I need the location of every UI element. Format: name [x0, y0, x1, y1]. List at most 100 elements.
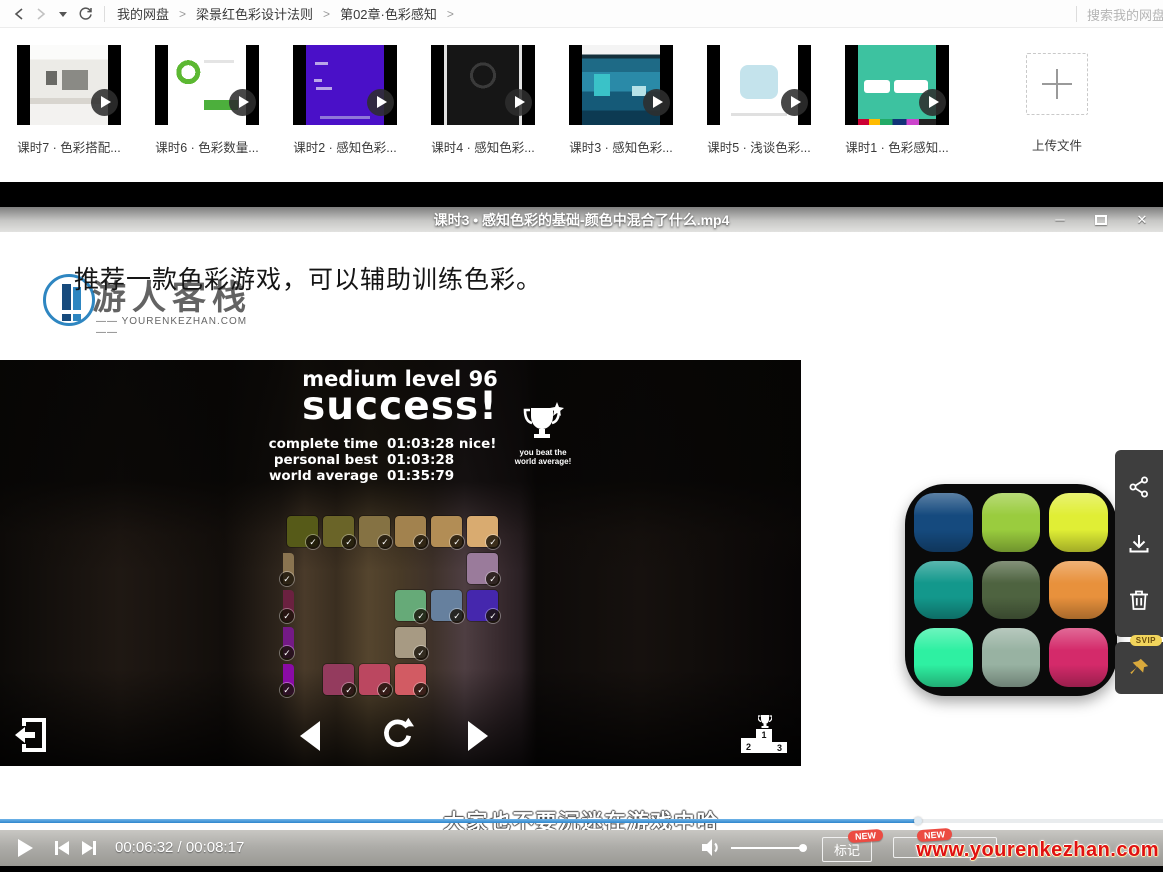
pin-button[interactable]	[1115, 648, 1163, 688]
empty-swatch	[359, 627, 390, 658]
exit-door-icon	[13, 716, 49, 759]
cube-tile	[982, 561, 1041, 620]
empty-swatch	[467, 664, 498, 695]
game-screenshot: medium level 96 success! complete time01…	[0, 360, 801, 766]
color-swatch: ✓	[431, 590, 462, 621]
breadcrumb-course-folder[interactable]: 梁景红色彩设计法则	[196, 4, 313, 23]
player-window-bottom-bar	[0, 866, 1163, 872]
play-overlay-icon	[367, 89, 394, 116]
search-input[interactable]: 搜索我的网盘	[1087, 5, 1163, 24]
podium-rank-1: 1	[756, 729, 772, 753]
color-swatch: ✓	[323, 664, 354, 695]
delete-button[interactable]	[1115, 580, 1163, 620]
minimize-icon[interactable]: ─	[1051, 212, 1069, 227]
video-seek-bar[interactable]	[0, 819, 1163, 823]
upload-file-button[interactable]: 上传文件	[1005, 45, 1109, 154]
pin-rail: SVIP	[1115, 642, 1163, 694]
maximize-icon[interactable]	[1095, 215, 1107, 225]
empty-swatch	[431, 627, 462, 658]
history-caret-icon[interactable]	[52, 3, 74, 25]
volume-icon[interactable]	[702, 839, 723, 861]
game-replay-icon	[380, 715, 414, 754]
logo-domain: —— YOURENKEZHAN.COM ——	[96, 316, 260, 338]
new-badge: NEW	[848, 829, 884, 843]
breadcrumb-separator: >	[323, 7, 330, 21]
cube-tile	[914, 628, 973, 687]
play-button[interactable]	[18, 839, 33, 857]
empty-swatch	[287, 553, 318, 584]
cube-tile	[982, 628, 1041, 687]
cube-tile	[1049, 561, 1108, 620]
video-canvas[interactable]: 游人客栈 —— YOURENKEZHAN.COM —— 推荐一款色彩游戏，可以辅…	[0, 232, 1163, 830]
game-next-arrow-icon	[468, 721, 488, 751]
site-watermark: www.yourenkezhan.com	[916, 839, 1159, 862]
file-label: 课时2 · 感知色彩...	[293, 137, 397, 156]
cloud-drive-app: 我的网盘 > 梁景红色彩设计法则 > 第02章·色彩感知 > 搜索我的网盘 课时…	[0, 0, 1163, 872]
forward-icon[interactable]	[30, 3, 52, 25]
breadcrumb-my-drive[interactable]: 我的网盘	[117, 4, 169, 23]
file-item-lesson5[interactable]: 课时5 · 浅谈色彩...	[707, 45, 811, 156]
search-divider	[1076, 6, 1077, 22]
player-title-bar[interactable]: 课时3 • 感知色彩的基础-颜色中混合了什么.mp4 ─ ✕	[0, 207, 1163, 232]
file-label: 课时5 · 浅谈色彩...	[707, 137, 811, 156]
stat-label: personal best	[238, 452, 378, 468]
cube-tile	[1049, 628, 1108, 687]
empty-swatch	[287, 627, 318, 658]
file-item-lesson6[interactable]: 课时6 · 色彩数量...	[155, 45, 259, 156]
stat-value: 01:03:28	[387, 452, 454, 468]
empty-swatch	[431, 664, 462, 695]
toolbar: 我的网盘 > 梁景红色彩设计法则 > 第02章·色彩感知 > 搜索我的网盘	[0, 0, 1163, 28]
previous-track-button[interactable]	[55, 841, 69, 855]
svip-badge: SVIP	[1130, 635, 1162, 646]
file-label: 课时6 · 色彩数量...	[155, 137, 259, 156]
download-button[interactable]	[1115, 524, 1163, 564]
empty-swatch	[323, 627, 354, 658]
color-swatch: ✓	[359, 516, 390, 547]
color-swatch: ✓	[287, 516, 318, 547]
file-item-lesson1[interactable]: 课时1 · 色彩感知...	[845, 45, 949, 156]
leaderboard-podium-icon: 2 1 3	[741, 715, 789, 753]
action-rail	[1115, 450, 1163, 637]
game-stats: complete time 01:03:28 nice! personal bes…	[238, 436, 538, 484]
cube-tile	[982, 493, 1041, 552]
play-overlay-icon	[919, 89, 946, 116]
file-item-lesson2[interactable]: 课时2 · 感知色彩...	[293, 45, 397, 156]
play-overlay-icon	[781, 89, 808, 116]
empty-swatch	[431, 553, 462, 584]
share-button[interactable]	[1115, 467, 1163, 507]
empty-swatch	[323, 590, 354, 621]
back-icon[interactable]	[8, 3, 30, 25]
empty-swatch	[359, 590, 390, 621]
empty-swatch	[323, 553, 354, 584]
color-swatch: ✓	[359, 664, 390, 695]
cube-tile	[914, 561, 973, 620]
stat-label: complete time	[238, 436, 378, 452]
play-overlay-icon	[229, 89, 256, 116]
trophy-icon: you beat the world average!	[514, 402, 572, 466]
search-zone: 搜索我的网盘	[1066, 0, 1163, 28]
play-overlay-icon	[91, 89, 118, 116]
podium-rank-2: 2	[741, 738, 756, 753]
volume-slider[interactable]	[731, 847, 805, 849]
close-icon[interactable]: ✕	[1133, 212, 1151, 228]
file-label: 课时4 · 感知色彩...	[431, 137, 535, 156]
file-item-lesson7[interactable]: 课时7 · 色彩搭配...	[17, 45, 121, 156]
stat-value: 01:03:28 nice!	[387, 436, 496, 452]
next-track-button[interactable]	[82, 841, 96, 855]
video-progress-fill	[0, 819, 919, 823]
color-swatch: ✓	[395, 590, 426, 621]
stat-value: 01:35:79	[387, 468, 454, 484]
empty-swatch	[359, 553, 390, 584]
file-strip: 课时7 · 色彩搭配... 课时6 · 色彩数量... 课时2 · 感知色彩..…	[0, 28, 1163, 182]
stat-label: world average	[238, 468, 378, 484]
file-item-lesson4[interactable]: 课时4 · 感知色彩...	[431, 45, 535, 156]
file-item-lesson3[interactable]: 课时3 · 感知色彩...	[569, 45, 673, 156]
color-swatch: ✓	[467, 516, 498, 547]
empty-swatch	[395, 553, 426, 584]
swatch-grid: ✓✓✓✓✓✓✓✓✓✓✓✓✓✓	[287, 516, 498, 695]
play-overlay-icon	[643, 89, 670, 116]
video-subtitle: 大家也不要沉迷在游戏中哈	[0, 806, 1163, 830]
breadcrumb-chapter-folder[interactable]: 第02章·色彩感知	[340, 4, 437, 23]
time-display: 00:06:32 / 00:08:17	[115, 839, 244, 856]
refresh-icon[interactable]	[74, 3, 96, 25]
